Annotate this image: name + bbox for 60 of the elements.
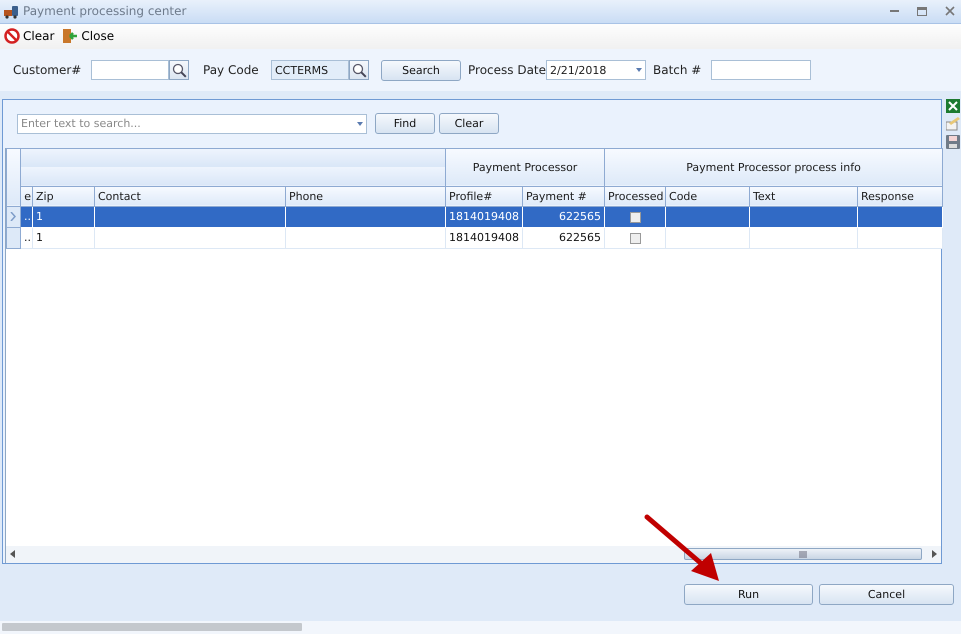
grid-search-field[interactable]: Enter text to search... xyxy=(17,114,367,134)
scroll-right-icon[interactable] xyxy=(932,550,937,558)
scrollbar-thumb[interactable] xyxy=(684,548,922,560)
pay-code-field[interactable]: CCTERMS xyxy=(271,60,349,80)
find-button[interactable]: Find xyxy=(375,113,435,134)
column-header[interactable]: Response xyxy=(858,186,943,206)
save-icon[interactable] xyxy=(946,134,960,149)
door-exit-icon xyxy=(62,28,78,44)
scrollbar-thumb[interactable] xyxy=(2,623,302,632)
pay-code-lookup-button[interactable] xyxy=(349,60,369,80)
table-cell: 1814019408 xyxy=(449,231,519,244)
table-cell: 622565 xyxy=(559,231,602,244)
dropdown-icon xyxy=(636,68,642,72)
column-header[interactable]: Profile# xyxy=(446,186,522,206)
no-entry-icon xyxy=(4,28,20,44)
close-icon[interactable] xyxy=(943,6,957,16)
column-header[interactable]: Code xyxy=(666,186,750,206)
customer-field[interactable] xyxy=(91,60,169,80)
search-icon xyxy=(352,62,366,78)
column-header[interactable]: Payment # xyxy=(522,186,605,206)
table-cell: 1 xyxy=(36,231,43,244)
search-button[interactable]: Search xyxy=(381,60,461,81)
row-header[interactable] xyxy=(6,227,20,248)
truck-icon xyxy=(4,4,19,19)
clear-search-button[interactable]: Clear xyxy=(439,113,499,134)
table-cell: 1814019408 xyxy=(449,210,519,224)
band-header: Payment Processor process info xyxy=(604,148,943,186)
dropdown-icon xyxy=(357,122,363,126)
edit-icon[interactable] xyxy=(946,116,960,131)
current-row-icon xyxy=(10,212,16,222)
maximize-icon[interactable] xyxy=(915,6,929,16)
band-header: Payment Processor xyxy=(446,148,605,186)
pay-code-label: Pay Code xyxy=(203,63,260,78)
spreadsheet-icon[interactable] xyxy=(946,98,960,113)
table-cell: 622565 xyxy=(559,210,602,224)
process-date-label: Process Date xyxy=(468,63,546,78)
table-cell: .. xyxy=(24,210,31,224)
cancel-button[interactable]: Cancel xyxy=(819,584,954,605)
row-header-corner xyxy=(6,148,20,206)
column-header[interactable]: Zip xyxy=(32,186,94,206)
processed-checkbox[interactable] xyxy=(630,232,641,244)
clear-button[interactable]: Clear xyxy=(4,28,54,44)
column-header[interactable]: Text xyxy=(750,186,858,206)
customer-label: Customer# xyxy=(13,63,82,78)
window-title: Payment processing center xyxy=(23,4,188,18)
column-header[interactable]: Phone xyxy=(286,186,446,206)
table-cell: 1 xyxy=(36,210,43,224)
table-cell: .. xyxy=(24,231,31,244)
scroll-left-icon[interactable] xyxy=(10,550,15,558)
column-header[interactable]: Processed xyxy=(604,186,666,206)
run-button[interactable]: Run xyxy=(684,584,813,605)
processed-checkbox[interactable] xyxy=(630,212,641,223)
row-header[interactable] xyxy=(6,206,20,228)
batch-field[interactable] xyxy=(711,60,811,80)
close-button[interactable]: Close xyxy=(62,28,114,44)
batch-label: Batch # xyxy=(653,63,702,78)
column-header[interactable]: Contact xyxy=(94,186,286,206)
process-date-field[interactable]: 2/21/2018 xyxy=(546,60,646,80)
search-icon xyxy=(172,62,186,78)
customer-lookup-button[interactable] xyxy=(169,60,189,80)
